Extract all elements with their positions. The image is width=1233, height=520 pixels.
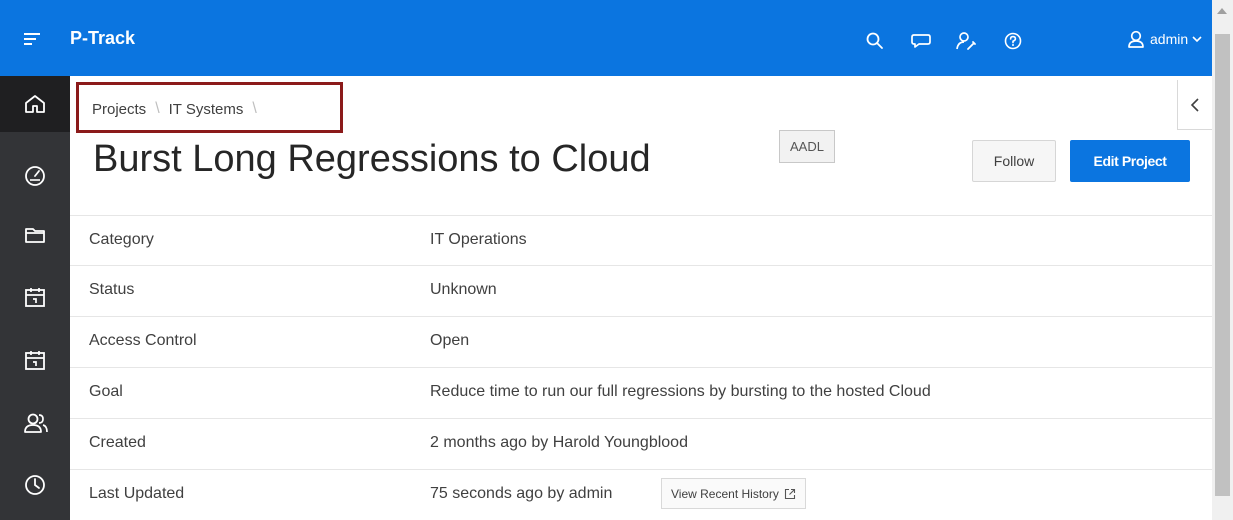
project-details: Category IT Operations Status Unknown Ac… xyxy=(70,215,1212,520)
search-icon[interactable] xyxy=(864,30,886,52)
chevron-left-icon xyxy=(1190,97,1199,112)
scroll-thumb[interactable] xyxy=(1215,34,1230,496)
page-title: Burst Long Regressions to Cloud xyxy=(93,138,651,180)
clock-icon xyxy=(25,475,45,495)
calendar-icon xyxy=(25,288,45,307)
nav-dashboard[interactable] xyxy=(0,148,70,204)
edit-project-button[interactable]: Edit Project xyxy=(1070,140,1190,182)
user-icon xyxy=(1128,30,1144,48)
header-toolbar xyxy=(864,30,1038,52)
people-icon xyxy=(24,413,48,433)
breadcrumb-separator: \ xyxy=(155,100,160,117)
detail-row-goal: Goal Reduce time to run our full regress… xyxy=(70,368,1212,419)
detail-label: Goal xyxy=(89,383,123,400)
user-settings-icon[interactable] xyxy=(956,30,978,52)
scroll-up-arrow[interactable] xyxy=(1217,8,1227,14)
detail-value: 75 seconds ago by admin xyxy=(430,485,613,502)
detail-row-created: Created 2 months ago by Harold Youngbloo… xyxy=(70,419,1212,470)
user-name: admin xyxy=(1150,31,1189,47)
side-nav xyxy=(0,76,70,520)
detail-row-category: Category IT Operations xyxy=(70,215,1212,266)
detail-value: Open xyxy=(430,332,470,349)
detail-label: Category xyxy=(89,231,154,248)
nav-home[interactable] xyxy=(0,76,70,132)
follow-button[interactable]: Follow xyxy=(972,140,1056,182)
detail-row-status: Status Unknown xyxy=(70,266,1212,317)
chevron-down-icon xyxy=(1192,36,1202,43)
detail-value: IT Operations xyxy=(430,231,527,248)
detail-value: Reduce time to run our full regressions … xyxy=(430,383,931,400)
dashboard-icon xyxy=(25,166,45,186)
nav-recent[interactable] xyxy=(0,457,70,513)
breadcrumb-it-systems[interactable]: IT Systems xyxy=(169,101,244,118)
calendar-icon xyxy=(25,351,45,370)
help-icon[interactable] xyxy=(1002,30,1024,52)
view-recent-history-label: View Recent History xyxy=(671,486,779,501)
detail-label: Created xyxy=(89,434,146,451)
scrollbar[interactable] xyxy=(1212,0,1233,520)
detail-label: Access Control xyxy=(89,332,197,349)
nav-people[interactable] xyxy=(0,395,70,451)
breadcrumb-separator: \ xyxy=(252,100,257,117)
detail-label: Status xyxy=(89,281,135,298)
folder-icon xyxy=(25,228,45,243)
nav-calendar-2[interactable] xyxy=(0,332,70,388)
detail-row-access-control: Access Control Open xyxy=(70,317,1212,368)
main-content: Projects \ IT Systems \ Burst Long Regre… xyxy=(70,76,1212,520)
nav-projects[interactable] xyxy=(0,207,70,263)
breadcrumb-projects[interactable]: Projects xyxy=(92,101,146,118)
home-icon xyxy=(25,95,45,113)
view-recent-history-button[interactable]: View Recent History xyxy=(661,478,806,509)
nav-calendar[interactable] xyxy=(0,269,70,325)
project-code-badge: AADL xyxy=(779,130,835,163)
collapse-panel-button[interactable] xyxy=(1177,80,1212,130)
chat-icon[interactable] xyxy=(910,30,932,52)
app-title[interactable]: P-Track xyxy=(70,28,135,49)
user-menu[interactable]: admin xyxy=(1128,30,1202,48)
detail-value: Unknown xyxy=(430,281,497,298)
top-bar: P-Track admin xyxy=(0,0,1212,76)
menu-icon[interactable] xyxy=(24,33,40,46)
detail-value: 2 months ago by Harold Youngblood xyxy=(430,434,688,451)
detail-row-last-updated: Last Updated 75 seconds ago by admin Vie… xyxy=(70,470,1212,520)
external-link-icon xyxy=(784,488,795,499)
breadcrumb: Projects \ IT Systems \ xyxy=(92,100,266,118)
detail-label: Last Updated xyxy=(89,485,185,502)
